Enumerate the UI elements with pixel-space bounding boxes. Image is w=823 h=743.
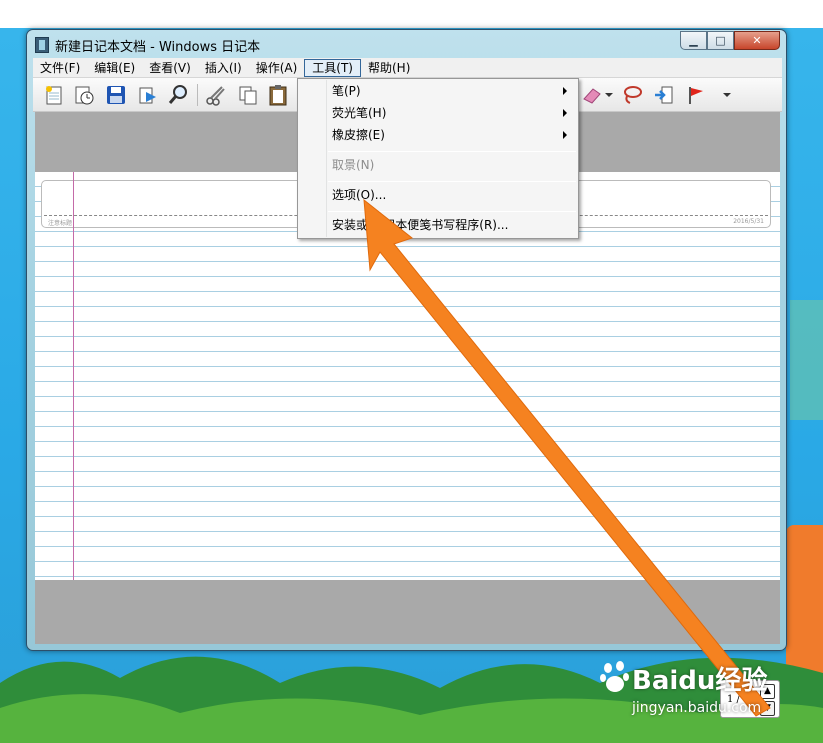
flag-dropdown-arrow-icon[interactable] bbox=[723, 93, 731, 97]
menu-item-capture: 取景(N) bbox=[332, 158, 375, 172]
eraser-dropdown-arrow-icon[interactable] bbox=[605, 93, 613, 97]
menu-bar: 文件(F) 编辑(E) 查看(V) 插入(I) 操作(A) 工具(T) 帮助(H… bbox=[33, 58, 782, 78]
new-from-template-icon[interactable] bbox=[73, 84, 95, 106]
menu-separator bbox=[328, 181, 576, 182]
watermark-url: jingyan.baidu.com bbox=[632, 700, 762, 716]
menu-item-pen-label: 笔(P) bbox=[332, 84, 361, 98]
journal-app-icon bbox=[35, 37, 49, 53]
menu-item-install[interactable]: 安装或... 记本便笺书写程序(R)... bbox=[300, 214, 576, 236]
window-title: 新建日记本文档 - Windows 日记本 bbox=[55, 40, 261, 55]
maximize-button[interactable]: □ bbox=[707, 31, 734, 50]
insert-space-icon[interactable] bbox=[653, 84, 675, 106]
header-title-hint: 注意标题 bbox=[48, 220, 73, 227]
margin-line bbox=[73, 172, 74, 580]
menu-item-highlighter[interactable]: 荧光笔(H) bbox=[300, 102, 576, 124]
baidu-watermark: Baidu经验 jingyan.baidu.com bbox=[600, 660, 800, 720]
toolbar-separator bbox=[197, 84, 198, 106]
menu-file[interactable]: 文件(F) bbox=[33, 59, 87, 77]
menu-tools[interactable]: 工具(T) bbox=[304, 58, 361, 77]
menu-item-eraser-label: 橡皮擦(E) bbox=[332, 128, 385, 142]
menu-view[interactable]: 查看(V) bbox=[142, 59, 198, 77]
submenu-arrow-icon bbox=[563, 131, 567, 139]
desktop-right-panel bbox=[790, 300, 823, 420]
paste-icon[interactable] bbox=[267, 84, 289, 106]
minimize-button[interactable]: ▁ bbox=[680, 31, 707, 50]
menu-item-options[interactable]: 选项(O)... bbox=[300, 184, 576, 206]
menu-actions[interactable]: 操作(A) bbox=[249, 59, 305, 77]
menu-separator bbox=[328, 211, 576, 212]
tools-menu-dropdown: 笔(P) 荧光笔(H) 橡皮擦(E) 取景(N) 选项(O)... 安装或...… bbox=[297, 78, 579, 239]
menu-item-highlighter-label: 荧光笔(H) bbox=[332, 106, 387, 120]
submenu-arrow-icon bbox=[563, 109, 567, 117]
submenu-arrow-icon bbox=[563, 87, 567, 95]
eraser-icon[interactable] bbox=[581, 84, 603, 106]
baidu-paw-icon bbox=[600, 661, 629, 692]
save-icon[interactable] bbox=[105, 84, 127, 106]
menu-item-eraser[interactable]: 橡皮擦(E) bbox=[300, 124, 576, 146]
lasso-icon[interactable] bbox=[621, 84, 643, 106]
close-button[interactable]: ✕ bbox=[734, 31, 780, 50]
title-bar[interactable]: 新建日记本文档 - Windows 日记本 ▁ □ ✕ bbox=[27, 30, 786, 58]
send-icon[interactable] bbox=[137, 84, 159, 106]
menu-item-pen[interactable]: 笔(P) bbox=[300, 80, 576, 102]
menu-separator bbox=[328, 151, 576, 152]
desktop-top-strip bbox=[0, 0, 823, 28]
menu-help[interactable]: 帮助(H) bbox=[361, 59, 417, 77]
menu-edit[interactable]: 编辑(E) bbox=[87, 59, 142, 77]
cut-icon[interactable] bbox=[205, 84, 227, 106]
flag-icon[interactable] bbox=[685, 84, 707, 106]
menu-insert[interactable]: 插入(I) bbox=[198, 59, 249, 77]
header-date: 2016/5/31 bbox=[733, 218, 764, 225]
search-icon[interactable] bbox=[167, 84, 189, 106]
copy-icon[interactable] bbox=[237, 84, 259, 106]
new-note-icon[interactable] bbox=[43, 84, 65, 106]
watermark-brand: Baidu经验 bbox=[632, 666, 768, 696]
